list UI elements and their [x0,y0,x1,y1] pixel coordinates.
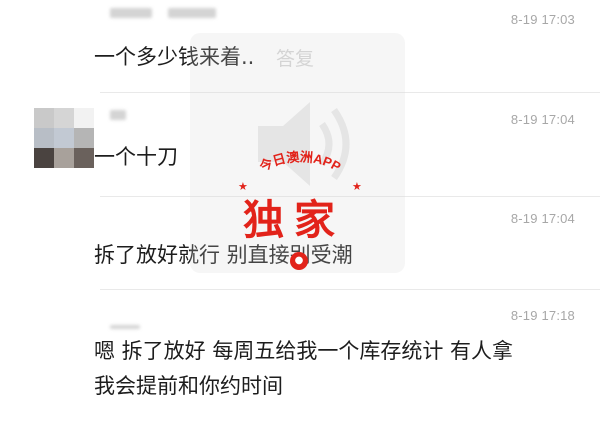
avatar[interactable] [34,108,94,168]
message-text-line: 我会提前和你约时间 [94,374,283,398]
watermark-faint-label: 答复 [276,48,315,70]
message-timestamp: 8-19 17:03 [510,12,575,27]
watermark-title: 独家 [243,196,345,244]
sender-name-redacted [168,8,216,18]
sender-name-redacted [110,8,152,18]
watermark-dot: ● [290,252,308,270]
message-timestamp: 8-19 17:04 [510,112,575,127]
message-text: 一个十刀 [94,145,178,169]
message-timestamp: 8-19 17:04 [510,211,575,226]
chat-message[interactable]: 8-19 17:18 嗯 拆了放好 每周五给我一个库存统计 有人拿 我会提前和你… [0,289,600,421]
watermark-arc-text: 今日澳洲APP [256,149,344,175]
svg-text:今日澳洲APP: 今日澳洲APP [256,149,344,175]
message-timestamp: 8-19 17:18 [510,308,575,323]
svg-text:★: ★ [352,180,362,193]
message-text-line: 嗯 拆了放好 每周五给我一个库存统计 有人拿 [94,339,514,363]
sender-name-redacted [110,110,126,120]
sender-name-redacted [110,325,140,329]
